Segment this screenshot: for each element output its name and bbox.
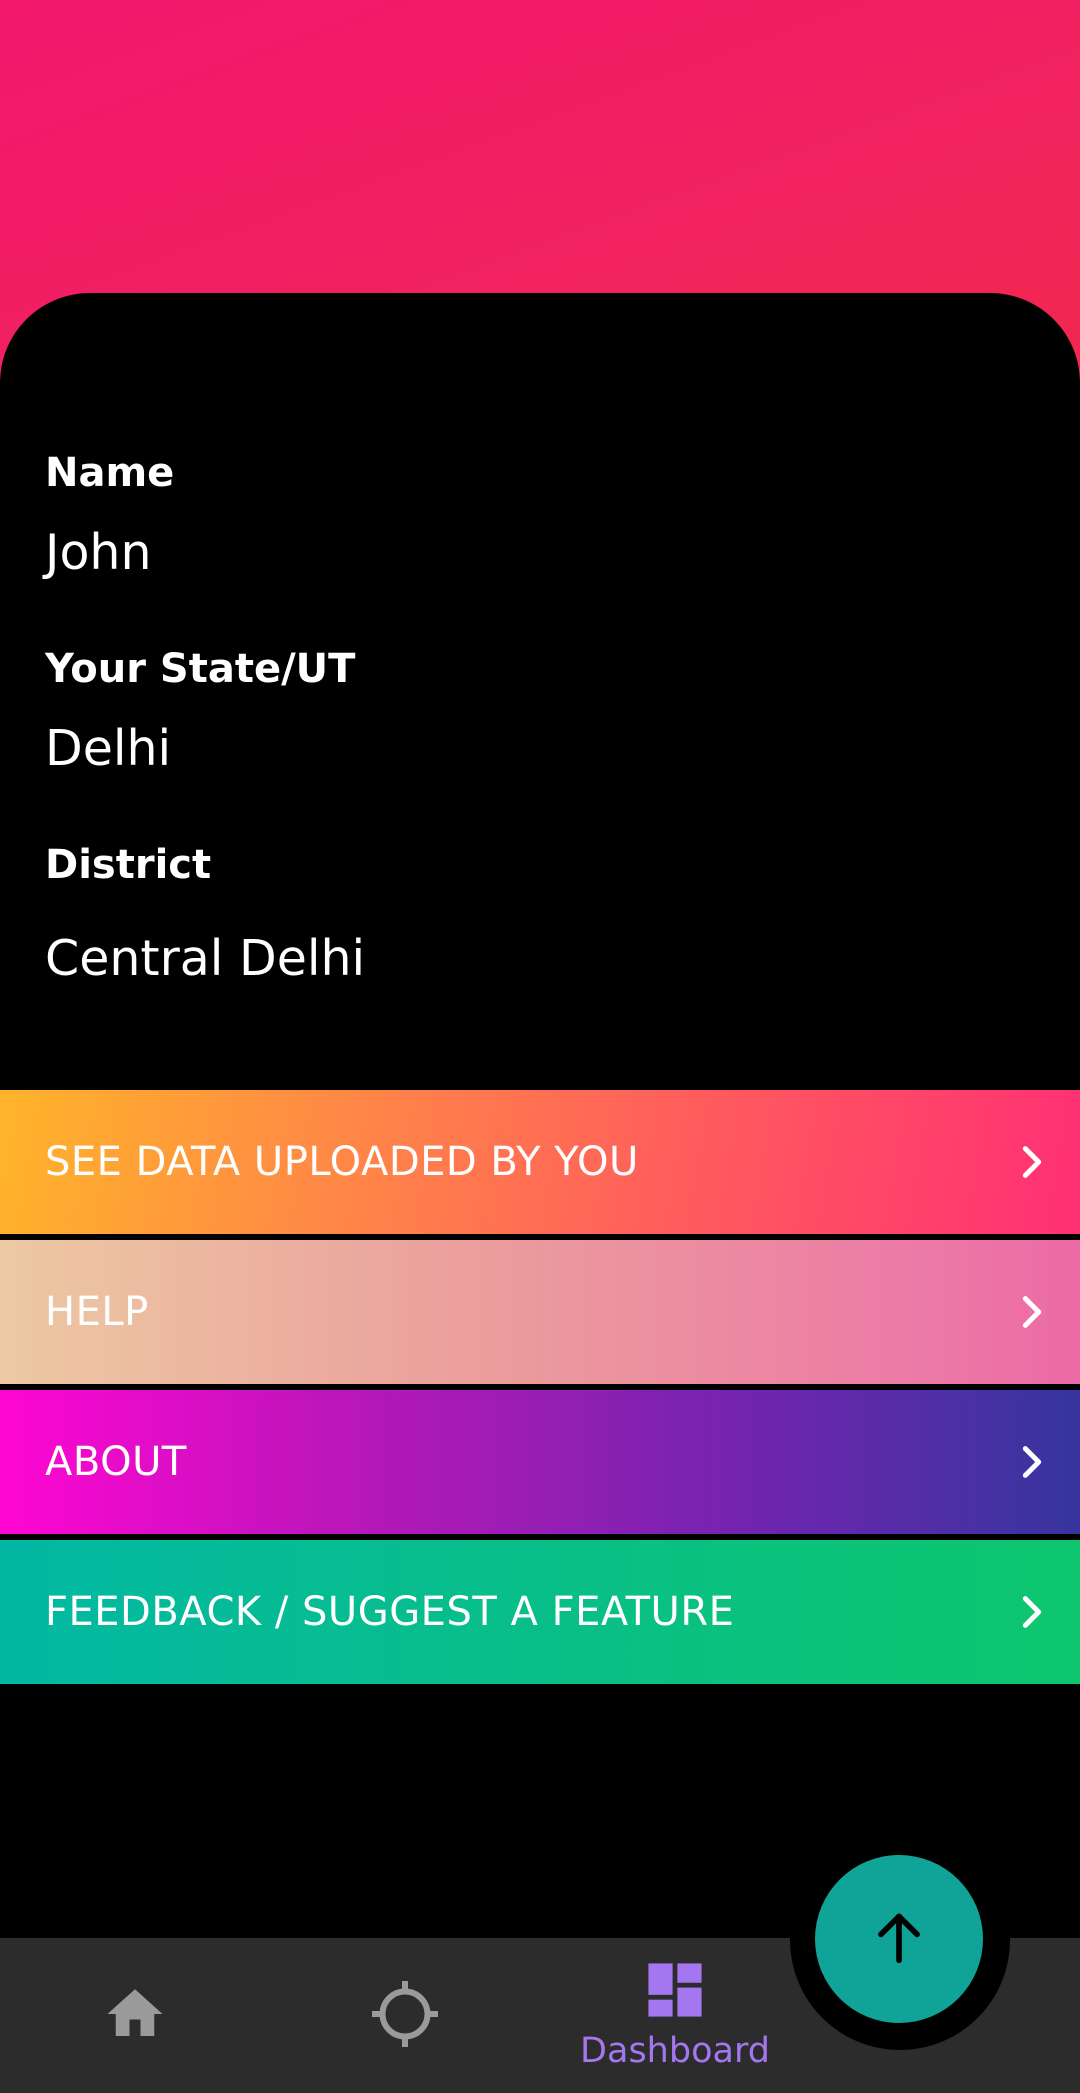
chevron-right-icon <box>1002 1582 1062 1642</box>
crosshair-icon <box>369 1978 441 2054</box>
feedback-button[interactable]: FEEDBACK / SUGGEST A FEATURE <box>0 1540 1080 1684</box>
home-icon <box>102 1981 168 2051</box>
chevron-right-icon <box>1002 1132 1062 1192</box>
dashboard-icon <box>646 1961 704 2023</box>
chevron-right-icon <box>1002 1282 1062 1342</box>
menu-item-label: SEE DATA UPLOADED BY YOU <box>45 1139 639 1185</box>
chevron-right-icon <box>1002 1432 1062 1492</box>
scroll-top-button[interactable] <box>815 1855 983 2023</box>
district-label: District <box>45 842 212 888</box>
arrow-up-icon <box>868 1906 930 1972</box>
about-button[interactable]: ABOUT <box>0 1390 1080 1534</box>
help-button[interactable]: HELP <box>0 1240 1080 1384</box>
name-label: Name <box>45 450 175 496</box>
nav-location[interactable] <box>330 1938 480 2093</box>
state-label: Your State/UT <box>45 646 356 692</box>
nav-dashboard[interactable]: Dashboard <box>560 1938 790 2093</box>
menu-item-label: FEEDBACK / SUGGEST A FEATURE <box>45 1589 735 1635</box>
menu-item-label: HELP <box>45 1289 149 1335</box>
nav-dashboard-label: Dashboard <box>580 2030 770 2071</box>
district-value: Central Delhi <box>45 930 366 987</box>
menu-item-label: ABOUT <box>45 1439 187 1485</box>
name-value: John <box>45 524 152 581</box>
see-data-uploaded-button[interactable]: SEE DATA UPLOADED BY YOU <box>0 1090 1080 1234</box>
nav-home[interactable] <box>60 1938 210 2093</box>
profile-screen: Name John Your State/UT Delhi District C… <box>0 0 1080 2093</box>
state-value: Delhi <box>45 720 172 777</box>
